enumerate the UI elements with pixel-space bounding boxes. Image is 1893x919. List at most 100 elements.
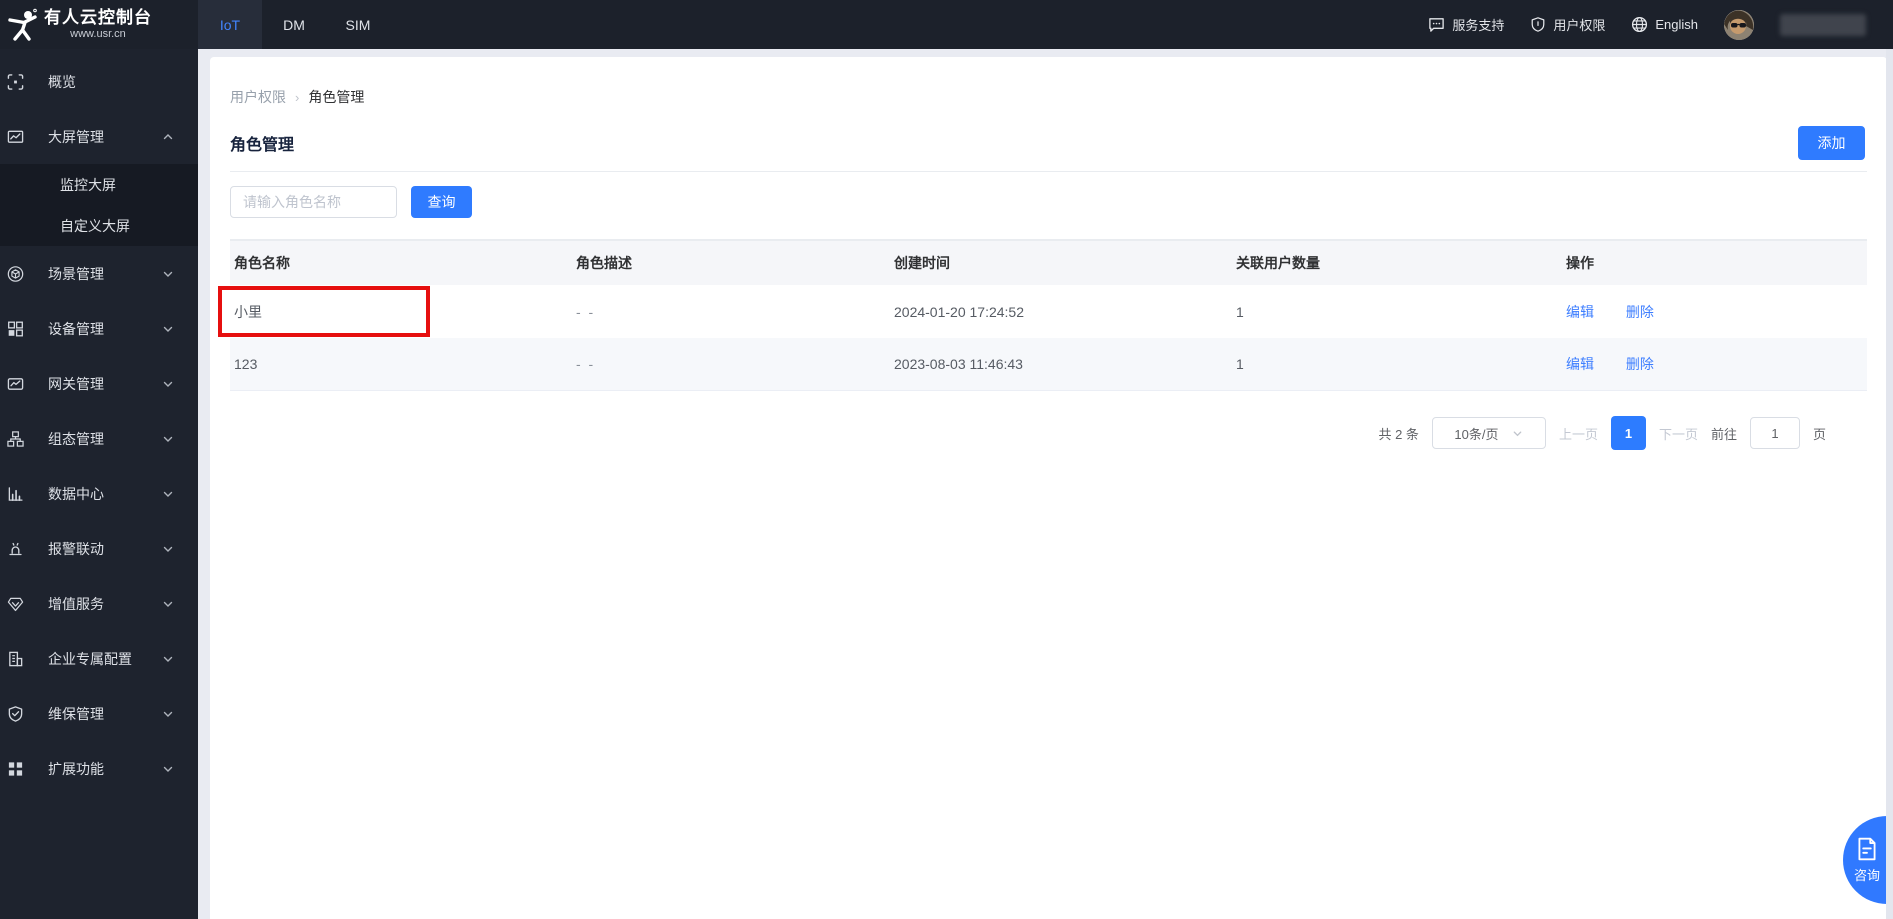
sidebar-item-value-added-services[interactable]: 增值服务 xyxy=(0,576,198,631)
logo-text: 有人云控制台 www.usr.cn xyxy=(44,9,152,41)
next-page-button[interactable]: 下一页 xyxy=(1659,424,1698,443)
logo-subtitle: www.usr.cn xyxy=(44,28,152,40)
table-header-row: 角色名称 角色描述 创建时间 关联用户数量 操作 xyxy=(230,240,1867,285)
role-name-search-input[interactable] xyxy=(230,186,397,218)
vertical-scrollbar[interactable] xyxy=(1886,49,1893,919)
app-root: { "topbar": { "logo": { "title": "有人云控制台… xyxy=(0,0,1893,919)
sidebar-item-data-center[interactable]: 数据中心 xyxy=(0,466,198,521)
cell-actions: 编辑 删除 xyxy=(1562,302,1867,322)
chevron-down-icon xyxy=(162,543,174,555)
tab-iot[interactable]: IoT xyxy=(198,0,262,49)
chevron-up-icon xyxy=(162,131,174,143)
edit-link[interactable]: 编辑 xyxy=(1566,304,1594,320)
search-row: 查询 xyxy=(230,186,1867,218)
sidebar-item-label: 维保管理 xyxy=(48,704,104,724)
chevron-down-icon xyxy=(162,323,174,335)
language-switch-item[interactable]: English xyxy=(1631,16,1698,33)
goto-label: 前往 xyxy=(1711,424,1737,443)
scada-nodes-icon xyxy=(7,430,24,447)
chat-bubble-icon xyxy=(1428,16,1445,33)
sidebar-subitem-custom-screen[interactable]: 自定义大屏 xyxy=(0,205,198,246)
sidebar-item-label: 大屏管理 xyxy=(48,127,104,147)
big-screen-icon xyxy=(7,128,24,145)
shield-icon xyxy=(1530,16,1546,33)
building-icon xyxy=(7,650,24,667)
column-header-linked-users: 关联用户数量 xyxy=(1232,253,1562,273)
sidebar-item-alarm-linkage[interactable]: 报警联动 xyxy=(0,521,198,576)
chevron-down-icon xyxy=(162,598,174,610)
chevron-down-icon xyxy=(162,653,174,665)
topbar-right: 服务支持 用户权限 English xyxy=(1428,0,1893,49)
sidebar-item-label: 场景管理 xyxy=(48,264,104,284)
cell-created-time: 2023-08-03 11:46:43 xyxy=(890,356,1232,372)
sidebar-item-screen-management[interactable]: 大屏管理 xyxy=(0,109,198,164)
tab-dm[interactable]: DM xyxy=(262,0,326,49)
sidebar-subitem-monitor-screen[interactable]: 监控大屏 xyxy=(0,164,198,205)
user-permission-item[interactable]: 用户权限 xyxy=(1530,15,1605,34)
chevron-down-icon xyxy=(162,708,174,720)
prev-page-button[interactable]: 上一页 xyxy=(1559,424,1598,443)
chevron-down-icon xyxy=(162,378,174,390)
sidebar-item-overview[interactable]: 概览 xyxy=(0,54,198,109)
sidebar-item-extended-functions[interactable]: 扩展功能 xyxy=(0,741,198,796)
cell-role-description: - - xyxy=(572,304,890,320)
top-bar: 有人云控制台 www.usr.cn IoT DM SIM 服务支持 用户权限 E… xyxy=(0,0,1893,49)
sidebar: 概览 大屏管理 监控大屏 自定义大屏 场景管理 设备管理 网关管理 组态管理 数… xyxy=(0,49,198,919)
breadcrumb: 用户权限 › 角色管理 xyxy=(230,57,1867,107)
page-size-select[interactable]: 10条/页 xyxy=(1432,417,1546,449)
goto-page-input[interactable] xyxy=(1750,417,1800,449)
sidebar-item-label: 概览 xyxy=(48,72,76,92)
sidebar-item-label: 企业专属配置 xyxy=(48,649,132,669)
sidebar-item-device-management[interactable]: 设备管理 xyxy=(0,301,198,356)
service-support-item[interactable]: 服务支持 xyxy=(1428,15,1504,34)
main-panel: 用户权限 › 角色管理 角色管理 添加 查询 角色名称 角色描述 创建时间 关联… xyxy=(210,57,1887,919)
usr-person-logo-icon xyxy=(8,8,38,42)
cell-created-time: 2024-01-20 17:24:52 xyxy=(890,304,1232,320)
consult-fab-content: 咨询 xyxy=(1843,816,1891,904)
device-grid-icon xyxy=(7,320,24,337)
header-divider xyxy=(230,171,1867,172)
pagination-total: 共 2 条 xyxy=(1378,424,1418,443)
page-title: 角色管理 xyxy=(230,135,1867,157)
sidebar-item-label: 扩展功能 xyxy=(48,759,104,779)
sidebar-item-label: 增值服务 xyxy=(48,594,104,614)
consult-fab-label: 咨询 xyxy=(1854,865,1880,884)
sidebar-item-scene-management[interactable]: 场景管理 xyxy=(0,246,198,301)
roles-table: 角色名称 角色描述 创建时间 关联用户数量 操作 小里 - - 2024-01-… xyxy=(230,240,1867,391)
apps-grid-icon xyxy=(7,760,24,777)
logo-title: 有人云控制台 xyxy=(44,9,152,28)
overview-icon xyxy=(7,73,24,90)
alarm-siren-icon xyxy=(7,540,24,557)
sidebar-item-gateway-management[interactable]: 网关管理 xyxy=(0,356,198,411)
logo[interactable]: 有人云控制台 www.usr.cn xyxy=(0,0,198,49)
delete-link[interactable]: 删除 xyxy=(1626,304,1654,320)
cell-role-name: 小里 xyxy=(230,302,572,322)
sidebar-item-scada-management[interactable]: 组态管理 xyxy=(0,411,198,466)
shield-check-icon xyxy=(7,705,24,722)
sidebar-item-enterprise-config[interactable]: 企业专属配置 xyxy=(0,631,198,686)
chevron-down-icon xyxy=(1512,428,1523,439)
avatar[interactable] xyxy=(1724,10,1754,40)
redacted-username[interactable] xyxy=(1780,14,1866,36)
chevron-down-icon xyxy=(162,268,174,280)
cell-linked-users: 1 xyxy=(1232,356,1562,372)
chevron-down-icon xyxy=(162,433,174,445)
search-button[interactable]: 查询 xyxy=(411,186,472,218)
tab-sim[interactable]: SIM xyxy=(326,0,390,49)
column-header-actions: 操作 xyxy=(1562,253,1867,273)
cell-role-description: - - xyxy=(572,356,890,372)
edit-link[interactable]: 编辑 xyxy=(1566,356,1594,372)
sidebar-item-maintenance-management[interactable]: 维保管理 xyxy=(0,686,198,741)
globe-icon xyxy=(1631,16,1648,33)
delete-link[interactable]: 删除 xyxy=(1626,356,1654,372)
sidebar-item-label: 设备管理 xyxy=(48,319,104,339)
page-number-1[interactable]: 1 xyxy=(1611,416,1646,450)
cell-role-name: 123 xyxy=(230,356,572,372)
page-size-value: 10条/页 xyxy=(1454,424,1498,443)
add-button[interactable]: 添加 xyxy=(1798,126,1865,160)
sidebar-item-label: 报警联动 xyxy=(48,539,104,559)
avatar-photo xyxy=(1724,10,1754,40)
chevron-down-icon xyxy=(162,763,174,775)
breadcrumb-user-permission[interactable]: 用户权限 xyxy=(230,87,286,107)
cell-actions: 编辑 删除 xyxy=(1562,354,1867,374)
